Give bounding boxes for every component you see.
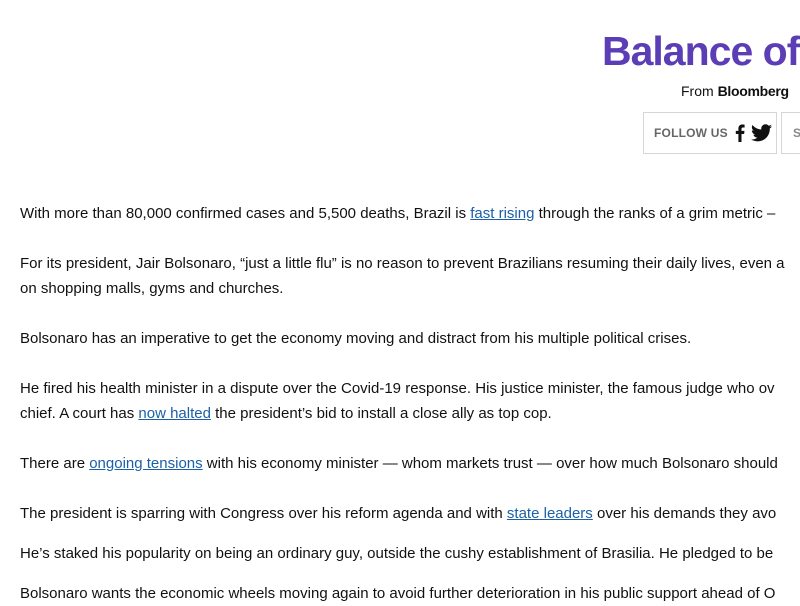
paragraph-8: Bolsonaro wants the economic wheels movi…	[20, 585, 776, 602]
now-halted-link[interactable]: now halted	[138, 405, 211, 422]
paragraph-6: The president is sparring with Congress …	[20, 505, 777, 522]
paragraph-5: There are ongoing tensions with his econ…	[20, 455, 778, 472]
paragraph-4: He fired his health minister in a disput…	[20, 380, 775, 422]
state-leaders-link[interactable]: state leaders	[507, 505, 593, 522]
facebook-icon[interactable]	[735, 124, 745, 142]
bloomberg-logo[interactable]: Bloomberg	[718, 83, 790, 99]
follow-us-label: FOLLOW US	[654, 126, 728, 140]
source-line: From Bloomberg	[681, 82, 789, 100]
paragraph-7: He’s staked his popularity on being an o…	[20, 545, 774, 562]
share-label: S	[793, 126, 800, 140]
paragraph-1: With more than 80,000 confirmed cases an…	[20, 205, 776, 222]
fast-rising-link[interactable]: fast rising	[470, 205, 534, 222]
paragraph-2: For its president, Jair Bolsonaro, “just…	[20, 255, 785, 297]
twitter-icon[interactable]	[750, 124, 772, 142]
paragraph-3: Bolsonaro has an imperative to get the e…	[20, 330, 692, 347]
source-prefix: From	[681, 83, 718, 99]
page-title: Balance of	[602, 28, 800, 74]
follow-us-box: FOLLOW US	[643, 112, 777, 154]
ongoing-tensions-link[interactable]: ongoing tensions	[89, 455, 202, 472]
share-button[interactable]: S	[781, 112, 800, 154]
